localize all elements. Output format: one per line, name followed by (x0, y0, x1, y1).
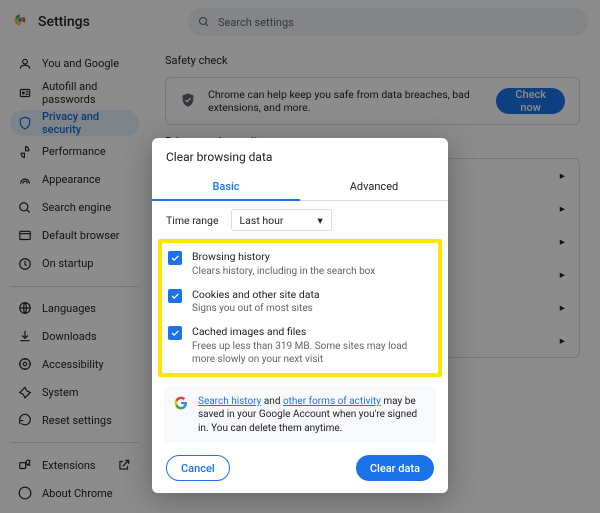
modal-overlay: Clear browsing data Basic Advanced Time … (0, 0, 600, 513)
check-title: Cached images and files (192, 325, 432, 339)
dialog-buttons: Cancel Clear data (152, 443, 448, 481)
cancel-button[interactable]: Cancel (166, 455, 230, 481)
check-row-0: Browsing historyClears history, includin… (166, 245, 434, 283)
check-desc: Frees up less than 319 MB. Some sites ma… (192, 340, 432, 366)
other-activity-link[interactable]: other forms of activity (283, 396, 381, 407)
tab-advanced[interactable]: Advanced (300, 174, 448, 200)
highlighted-checklist: Browsing historyClears history, includin… (158, 239, 442, 377)
info-text: Search history and other forms of activi… (198, 395, 426, 436)
checkbox[interactable] (168, 326, 182, 340)
time-range-select[interactable]: Last hour ▾ (231, 209, 332, 231)
time-range-label: Time range (166, 214, 219, 227)
clear-browsing-data-dialog: Clear browsing data Basic Advanced Time … (152, 138, 448, 493)
dialog-title: Clear browsing data (152, 138, 448, 174)
google-activity-info: Search history and other forms of activi… (164, 387, 436, 444)
check-desc: Signs you out of most sites (192, 302, 320, 315)
clear-data-button[interactable]: Clear data (356, 455, 434, 481)
dialog-tabs: Basic Advanced (152, 174, 448, 201)
check-title: Browsing history (192, 250, 375, 264)
search-history-link[interactable]: Search history (198, 396, 261, 407)
time-range-row: Time range Last hour ▾ (152, 201, 448, 239)
time-range-value: Last hour (240, 214, 284, 227)
check-desc: Clears history, including in the search … (192, 265, 375, 278)
checkbox[interactable] (168, 251, 182, 265)
check-title: Cookies and other site data (192, 288, 320, 302)
chevron-down-icon: ▾ (317, 214, 322, 227)
check-row-2: Cached images and filesFrees up less tha… (166, 320, 434, 371)
google-logo-icon (174, 396, 188, 410)
checkbox[interactable] (168, 289, 182, 303)
tab-basic[interactable]: Basic (152, 174, 300, 201)
check-row-1: Cookies and other site dataSigns you out… (166, 283, 434, 321)
